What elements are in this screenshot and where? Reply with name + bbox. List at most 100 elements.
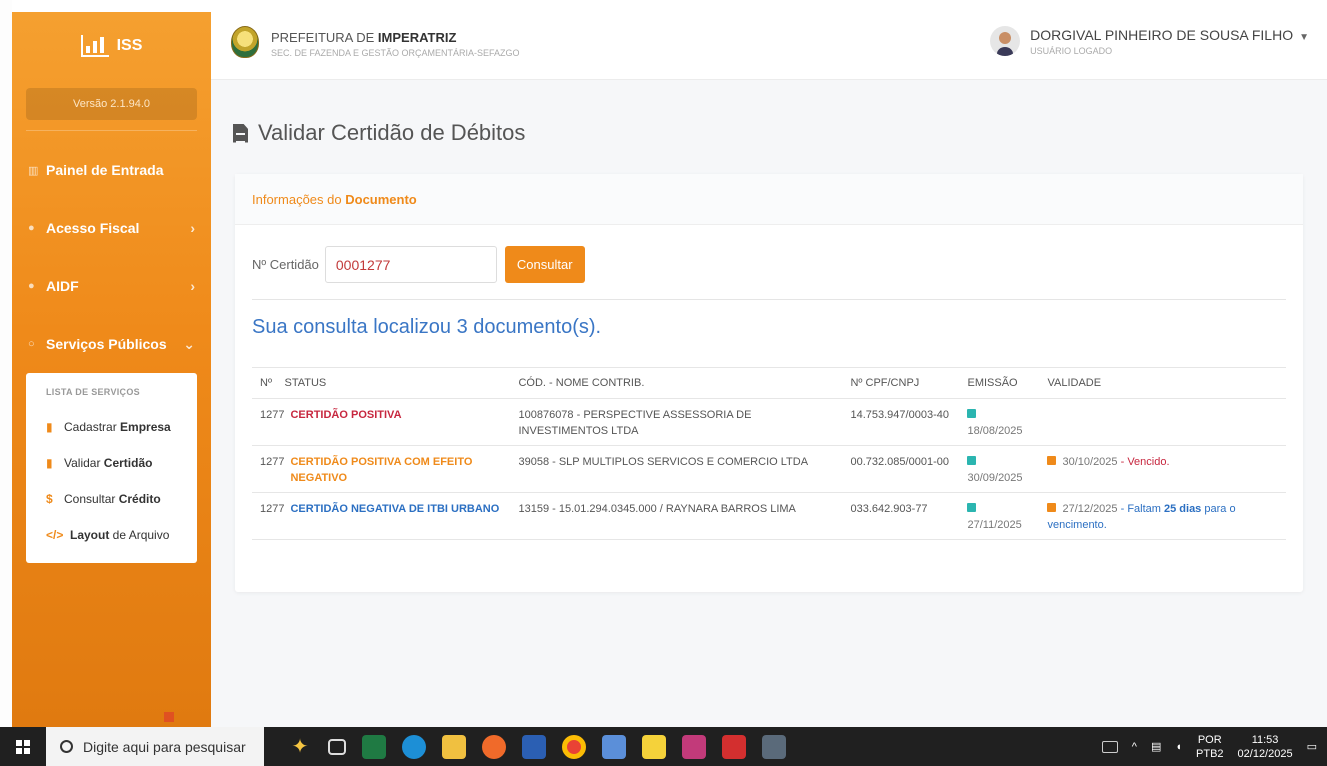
divider [252, 299, 1286, 300]
chevron-up-icon[interactable]: ^ [1132, 741, 1137, 753]
app-icon[interactable] [602, 734, 626, 759]
scroll-marker [164, 712, 174, 722]
col-cpf-cnpj: Nº CPF/CNPJ [844, 367, 962, 399]
firefox-icon[interactable] [482, 734, 506, 759]
cell-numero: 1277 [252, 492, 285, 540]
search-icon [60, 740, 73, 753]
user-role: USUÁRIO LOGADO [1030, 45, 1113, 56]
cell-status: CERTIDÃO POSITIVA COM EFEITO NEGATIVO [284, 445, 513, 493]
taskbar-search[interactable]: Digite aqui para pesquisar [46, 727, 264, 766]
caret-down-icon: ▼ [1299, 31, 1309, 43]
calendar-icon [1047, 503, 1057, 512]
calculator-icon[interactable] [762, 734, 786, 759]
language-indicator[interactable]: POR PTB2 [1196, 733, 1224, 761]
excel-icon[interactable] [362, 734, 386, 759]
divider [26, 130, 197, 131]
user-icon: ● [28, 222, 35, 234]
certificate-number-input[interactable] [324, 246, 497, 283]
nav-label: AIDF [46, 278, 79, 294]
start-button[interactable] [0, 739, 46, 754]
avatar [990, 26, 1021, 56]
nav-label: Acesso Fiscal [46, 220, 140, 236]
windows-logo-icon [16, 739, 30, 754]
clock[interactable]: 11:53 02/12/2025 [1238, 733, 1293, 761]
submenu-title: LISTA DE SERVIÇOS [46, 387, 140, 397]
word-icon[interactable] [522, 734, 546, 759]
document-panel: Informações do Documento Nº Certidão Con… [235, 174, 1303, 592]
col-emissao: EMISSÃO [961, 367, 1042, 399]
nav-painel-entrada[interactable]: ▥ Painel de Entrada [12, 141, 211, 199]
user-menu[interactable]: DORGIVAL PINHEIRO DE SOUSA FILHO ▼ USUÁRI… [990, 26, 1309, 56]
cell-emissao: 18/08/2025 [961, 398, 1042, 446]
news-icon[interactable] [1101, 740, 1118, 753]
cell-validade: 30/10/2025 - Vencido. [1041, 445, 1286, 493]
chrome-icon[interactable] [562, 734, 586, 759]
cell-contribuinte: 13159 - 15.01.294.0345.000 / RAYNARA BAR… [512, 492, 845, 540]
certificate-label: Nº Certidão [252, 257, 319, 272]
cell-status: CERTIDÃO NEGATIVA DE ITBI URBANO [284, 492, 513, 540]
cell-emissao: 27/11/2025 [961, 492, 1042, 540]
calendar-icon: ▥ [28, 164, 39, 177]
brand-logo[interactable]: ISS [12, 12, 211, 80]
notifications-icon[interactable]: ▭ [1307, 740, 1317, 753]
submenu-layout-arquivo[interactable]: </> Layout de Arquivo [46, 517, 187, 553]
org-title: PREFEITURA DE IMPERATRIZ [271, 30, 457, 45]
organization: PREFEITURA DE IMPERATRIZ SEC. DE FAZENDA… [271, 30, 520, 58]
nav-aidf[interactable]: ● AIDF › [12, 257, 211, 315]
sticky-notes-icon[interactable] [642, 734, 666, 759]
submenu-label: Cadastrar Empresa [64, 420, 171, 434]
table-row[interactable]: 1277 CERTIDÃO POSITIVA COM EFEITO NEGATI… [252, 445, 1286, 493]
submenu-cadastrar-empresa[interactable]: ▮ Cadastrar Empresa [46, 409, 187, 445]
paint-icon[interactable] [682, 734, 706, 759]
brand-name: ISS [116, 37, 143, 54]
acrobat-icon[interactable] [722, 734, 746, 759]
user-name: DORGIVAL PINHEIRO DE SOUSA FILHO ▼ [1030, 26, 1309, 43]
cell-validade: 27/12/2025 - Faltam 25 dias para o venci… [1041, 492, 1286, 540]
calendar-icon [1047, 456, 1057, 465]
col-contribuinte: CÓD. - NOME CONTRIB. [512, 367, 845, 399]
file-explorer-icon[interactable] [442, 734, 466, 759]
submenu-label: Layout de Arquivo [70, 528, 170, 542]
window-edge [0, 0, 12, 727]
cell-numero: 1277 [252, 398, 285, 446]
browser-viewport: ISS Versão 2.1.94.0 ▥ Painel de Entrada … [0, 0, 1327, 727]
consultar-button[interactable]: Consultar [504, 246, 585, 283]
services-submenu: LISTA DE SERVIÇOS ▮ Cadastrar Empresa ▮ … [26, 373, 197, 563]
table-row[interactable]: 1277 CERTIDÃO POSITIVA 100876078 - PERSP… [252, 398, 1286, 446]
city-seal-icon [231, 26, 259, 58]
nav-servicos-publicos[interactable]: ○ Serviços Públicos ⌄ [12, 315, 211, 373]
cell-cpf-cnpj: 033.642.903-77 [844, 492, 962, 540]
submenu-consultar-credito[interactable]: $ Consultar Crédito [46, 481, 187, 517]
pinned-apps: ✦ [288, 734, 786, 759]
copilot-sparkle-icon[interactable]: ✦ [288, 735, 312, 759]
submenu-label: Validar Certidão [64, 456, 153, 470]
edge-icon[interactable] [402, 734, 426, 759]
certificate-form: Nº Certidão Consultar [252, 246, 585, 283]
document-icon [233, 123, 248, 143]
nav-label: Serviços Públicos [46, 336, 167, 352]
chevron-right-icon: › [190, 278, 195, 294]
version-badge: Versão 2.1.94.0 [26, 88, 197, 120]
col-numero: Nº [252, 367, 285, 399]
cell-numero: 1277 [252, 445, 285, 493]
nav-acesso-fiscal[interactable]: ● Acesso Fiscal › [12, 199, 211, 257]
chevron-down-icon: ⌄ [183, 335, 195, 352]
network-icon[interactable]: ▤ [1151, 740, 1161, 753]
col-validade: VALIDADE [1041, 367, 1286, 399]
windows-taskbar: Digite aqui para pesquisar ✦ ^ ▤ ◖ POR PT… [0, 727, 1327, 766]
calendar-icon [967, 409, 977, 418]
result-summary: Sua consulta localizou 3 documento(s). [252, 316, 602, 338]
cell-contribuinte: 100876078 - PERSPECTIVE ASSESSORIA DE IN… [512, 398, 845, 446]
top-header: PREFEITURA DE IMPERATRIZ SEC. DE FAZENDA… [211, 12, 1327, 80]
submenu-validar-certidao[interactable]: ▮ Validar Certidão [46, 445, 187, 481]
panel-title: Informações do Documento [235, 174, 1303, 225]
cell-validade [1041, 398, 1286, 446]
cell-cpf-cnpj: 00.732.085/0001-00 [844, 445, 962, 493]
table-row[interactable]: 1277 CERTIDÃO NEGATIVA DE ITBI URBANO 13… [252, 492, 1286, 540]
cell-status: CERTIDÃO POSITIVA [284, 398, 513, 446]
volume-icon[interactable]: ◖ [1175, 741, 1182, 753]
nav-label: Painel de Entrada [46, 162, 164, 178]
task-view-icon[interactable] [328, 738, 346, 755]
calendar-icon [967, 456, 977, 465]
system-tray: ^ ▤ ◖ POR PTB2 11:53 02/12/2025 ▭ [1101, 733, 1327, 761]
